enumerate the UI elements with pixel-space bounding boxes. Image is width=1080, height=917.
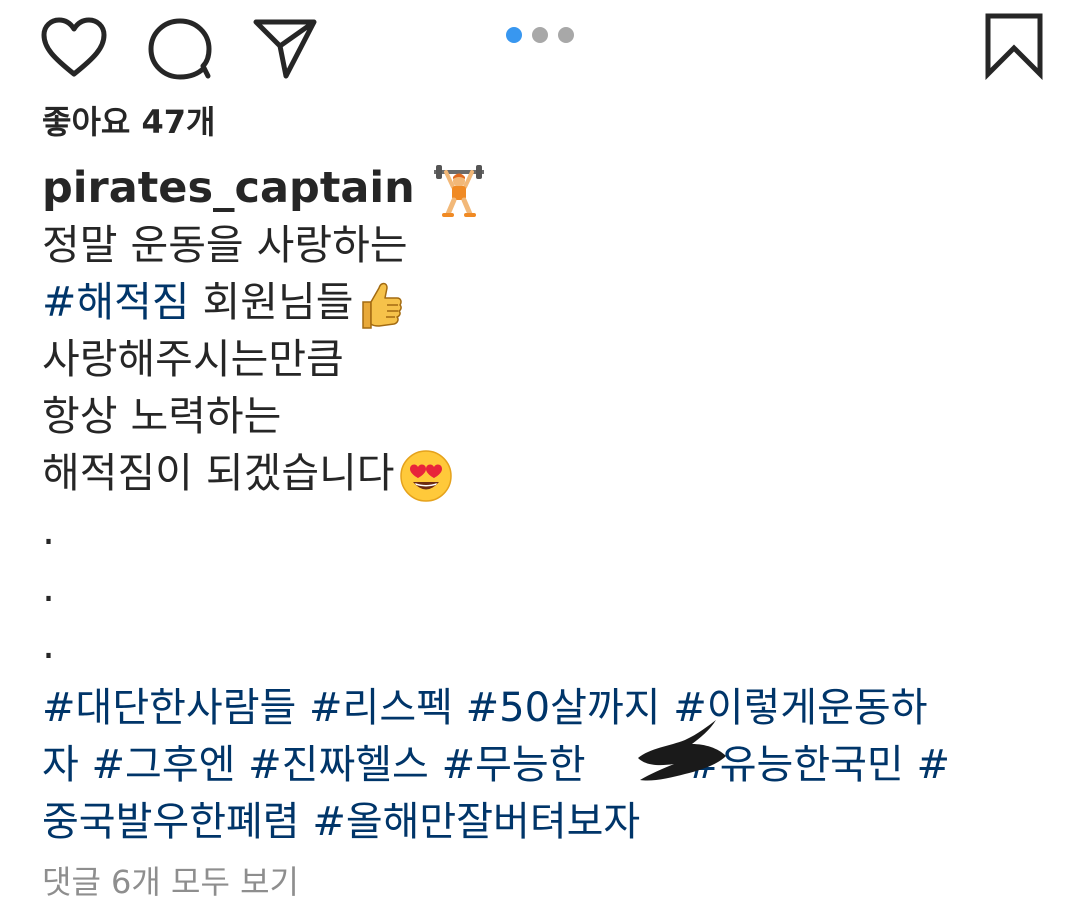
username[interactable]: pirates_captain [42,163,415,213]
carousel-dot [558,27,574,43]
carousel-dot [532,27,548,43]
caption: pirates_captain 정말 운동을 사랑하는 #해적짐 회원님들 사랑… [42,160,1042,673]
weightlifter-emoji-icon [432,164,486,218]
caption-line: 사랑해주시는만큼 [42,335,344,383]
hashtag-link[interactable]: #해적짐 [42,278,190,326]
comment-icon[interactable] [146,16,214,80]
caption-line: #해적짐 회원님들 [42,274,1042,331]
bookmark-icon[interactable] [984,12,1046,80]
hashtag-line[interactable]: 중국발우한폐렴 #올해만잘버텨보자 [42,794,1042,851]
carousel-dot-active [506,27,522,43]
hashtag-list: #대단한사람들 #리스펙 #50살까지 #이렇게운동하 자 #그후엔 #진짜헬스… [42,680,1042,851]
redaction-scribble [638,720,726,781]
caption-dot: . [42,620,56,668]
caption-line: 정말 운동을 사랑하는 [42,221,408,269]
caption-text: 해적짐이 되겠습니다 [42,449,395,497]
action-bar [0,0,1080,100]
caption-text: 회원님들 [189,278,354,326]
hashtag-line[interactable]: 자 #그후엔 #진짜헬스 #무능한 #유능한국민 # [42,737,1042,794]
heart-eyes-emoji-icon [399,449,453,503]
heart-icon[interactable] [40,16,108,80]
thumbs-up-emoji-icon [357,278,403,332]
caption-dot: . [42,563,56,611]
view-all-comments-link[interactable]: 댓글 6개 모두 보기 [42,860,299,904]
caption-line: 항상 노력하는 [42,392,282,440]
paper-plane-icon[interactable] [252,16,320,80]
hashtag-line[interactable]: #대단한사람들 #리스펙 #50살까지 #이렇게운동하 [42,680,1042,737]
caption-header: pirates_captain [42,160,1042,217]
caption-dot: . [42,506,56,554]
like-count[interactable]: 좋아요 47개 [42,100,215,144]
caption-line: 해적짐이 되겠습니다 [42,445,1042,502]
hashtag-text[interactable]: 자 #그후엔 #진짜헬스 #무능한 [42,742,586,788]
